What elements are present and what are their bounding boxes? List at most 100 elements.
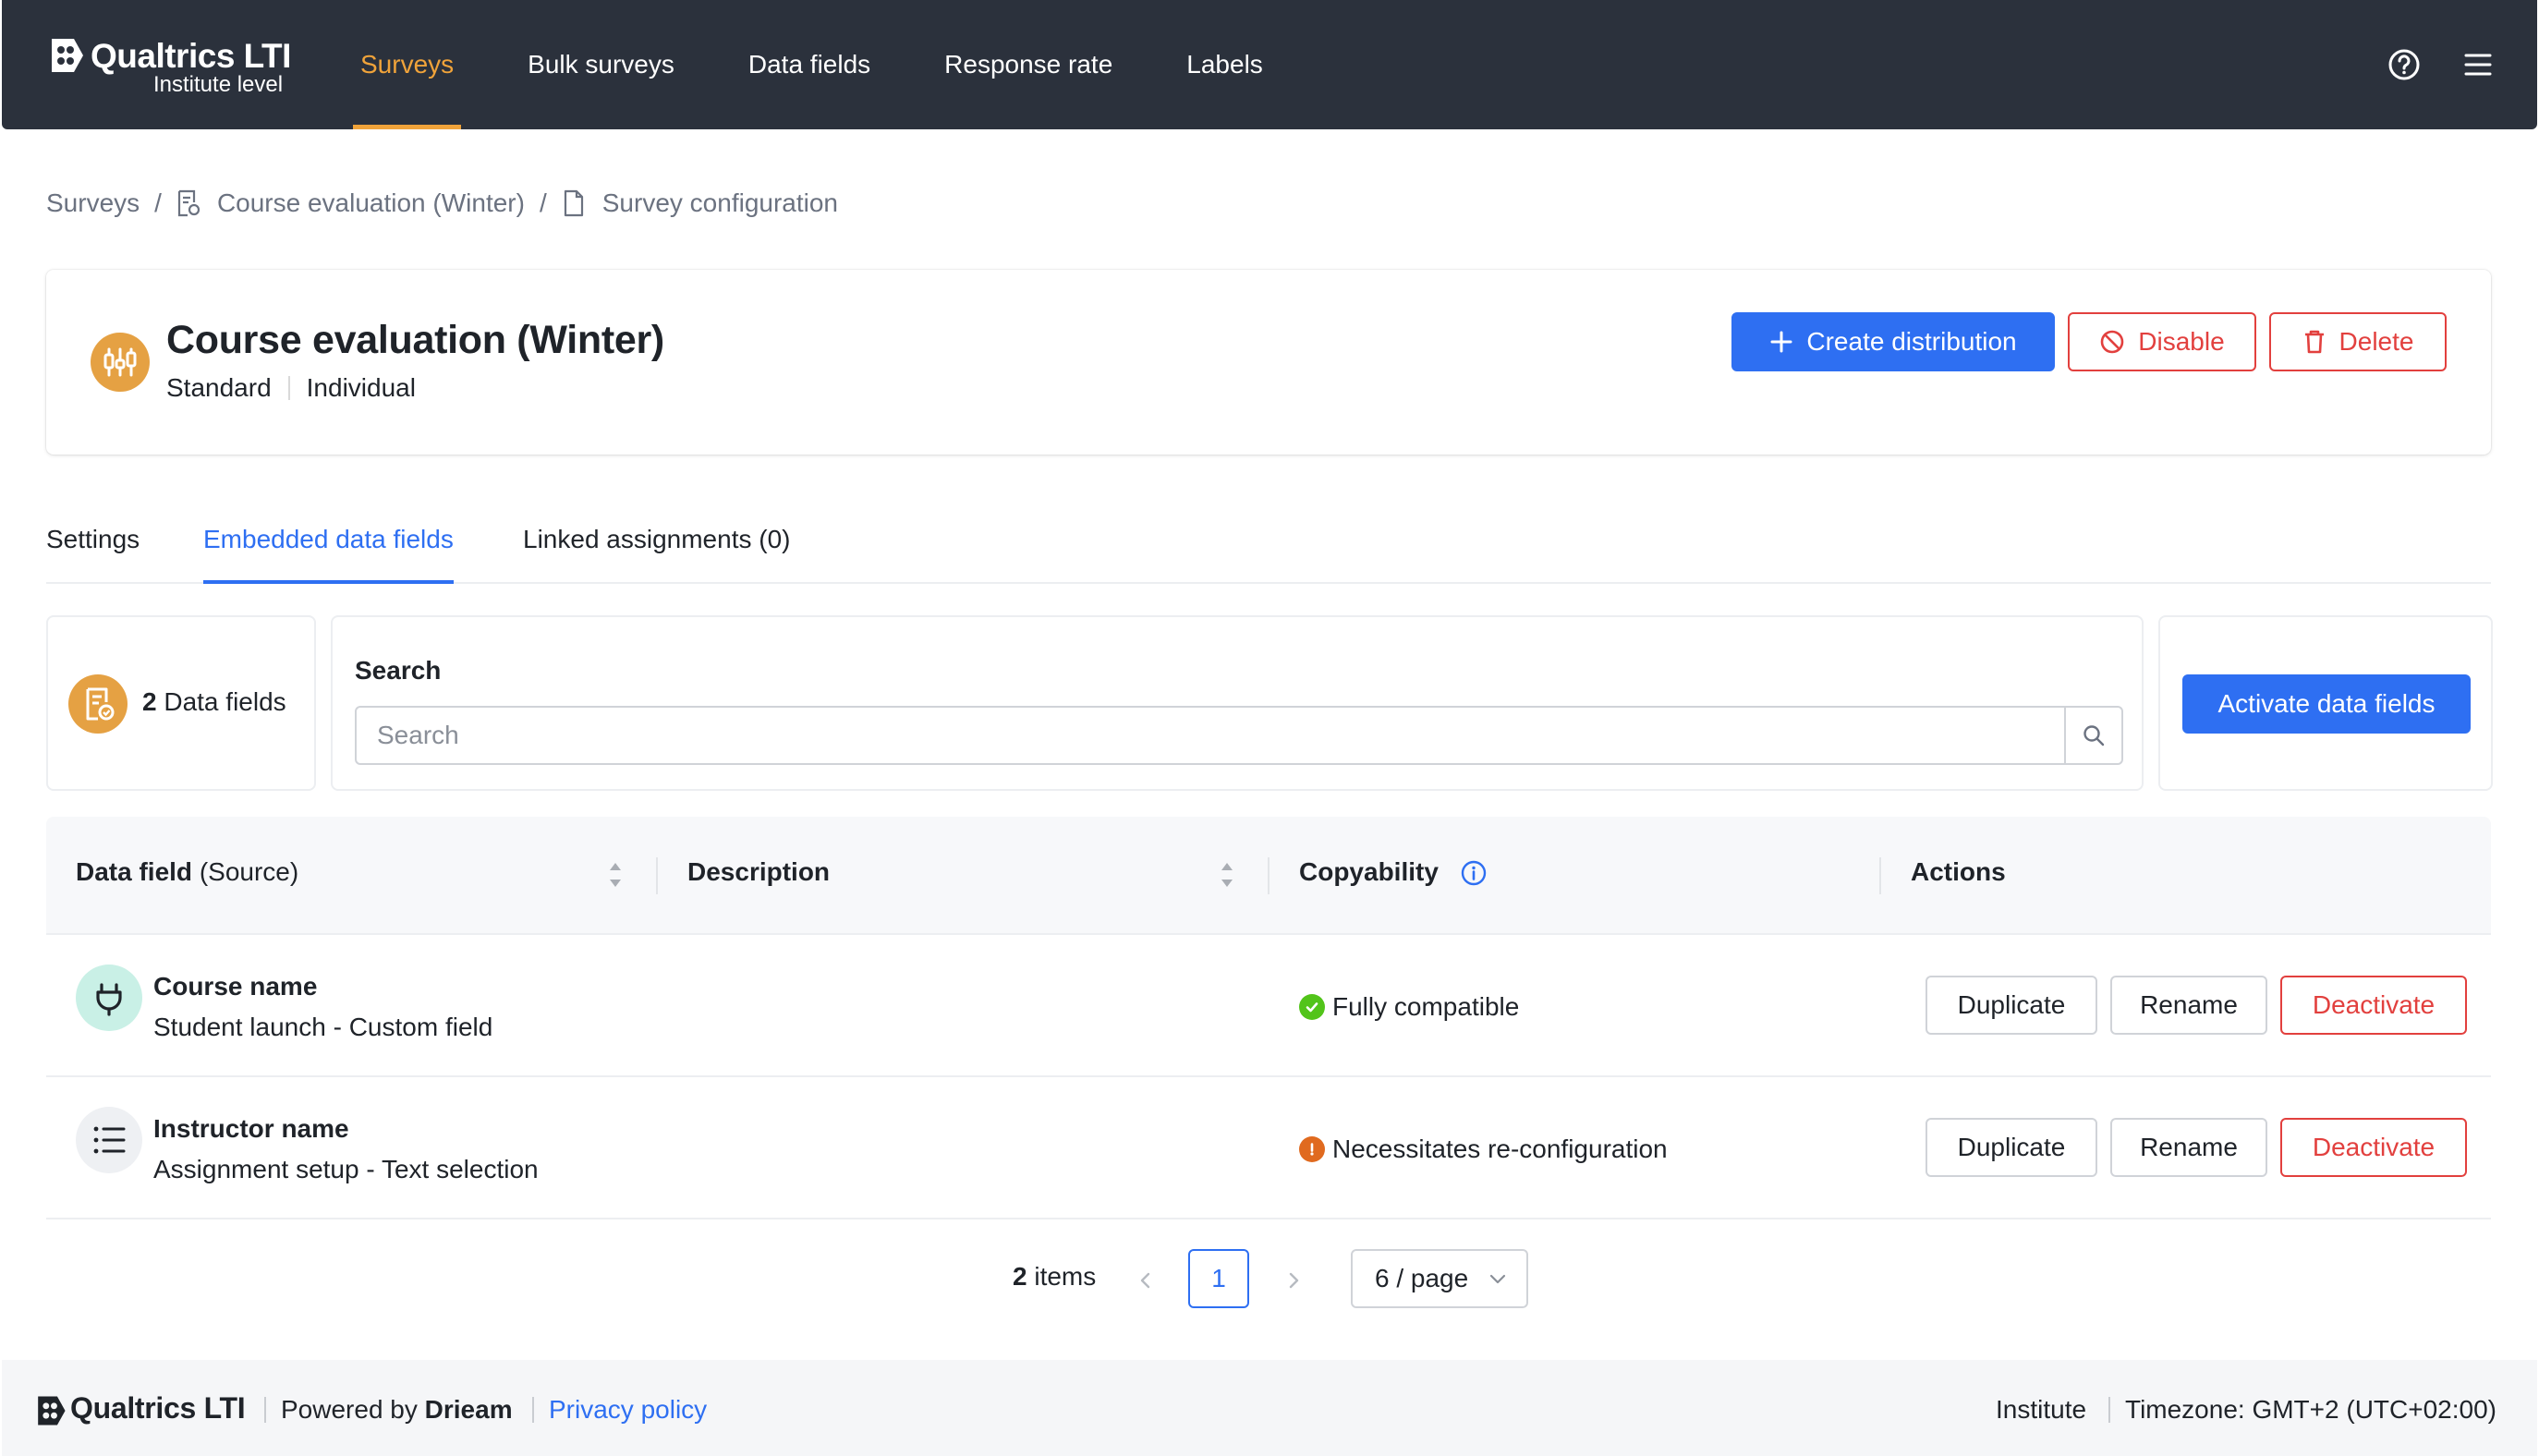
sort-icon[interactable] — [1218, 859, 1236, 891]
breadcrumb-item-course-evaluation[interactable]: Course evaluation (Winter) — [217, 188, 525, 218]
survey-avatar — [91, 333, 150, 392]
tab-bar: Settings Embedded data fields Linked ass… — [46, 517, 2491, 584]
rename-button[interactable]: Rename — [2110, 1118, 2267, 1177]
powered-by: Powered by Drieam — [281, 1395, 513, 1425]
nav-item-data-fields[interactable]: Data fields — [748, 0, 870, 129]
chevron-down-icon — [1489, 1274, 1506, 1284]
top-navigation: Qualtrics LTI Institute level Surveys Bu… — [2, 0, 2537, 129]
breadcrumb-separator: / — [154, 188, 162, 217]
data-field-count-number: 2 — [142, 687, 157, 716]
column-header-data-field[interactable]: Data field (Source) — [76, 857, 298, 887]
warning-circle-icon — [1299, 1136, 1325, 1162]
column-divider — [656, 857, 658, 894]
table-header: Data field (Source) Description Copyabil… — [46, 817, 2491, 935]
file-icon — [564, 189, 583, 217]
page-size-select[interactable]: 6 / page — [1351, 1249, 1528, 1308]
row-avatar — [76, 965, 142, 1031]
sliders-icon — [103, 347, 137, 377]
survey-meta: Standard Individual — [166, 373, 416, 403]
column-divider — [1879, 857, 1881, 894]
plug-icon — [96, 983, 122, 1016]
nav-item-surveys[interactable]: Surveys — [352, 0, 462, 129]
powered-by-prefix: Powered by — [281, 1395, 418, 1424]
deactivate-button[interactable]: Deactivate — [2280, 1118, 2467, 1177]
pagination-total: 2 items — [1013, 1262, 1096, 1292]
sort-icon[interactable] — [606, 859, 625, 891]
page-title: Course evaluation (Winter) — [166, 318, 664, 362]
data-field-doc-icon — [86, 687, 115, 721]
powered-by-company: Drieam — [424, 1395, 513, 1424]
meta-divider — [287, 376, 290, 400]
trash-icon — [2304, 330, 2324, 354]
create-distribution-label: Create distribution — [1806, 327, 2017, 356]
search-label: Search — [355, 656, 442, 685]
footer-divider — [2108, 1397, 2110, 1423]
nav-item-bulk-surveys[interactable]: Bulk surveys — [528, 0, 674, 129]
pagination-total-number: 2 — [1013, 1262, 1027, 1291]
copyability-label: Necessitates re-configuration — [1332, 1134, 1668, 1163]
footer-brand: Qualtrics LTI — [70, 1391, 246, 1425]
copyability-status: Fully compatible — [1299, 992, 1519, 1022]
menu-icon[interactable] — [2460, 46, 2496, 83]
copyability-label: Fully compatible — [1332, 992, 1520, 1021]
footer-timezone: Timezone: GMT+2 (UTC+02:00) — [2125, 1395, 2496, 1424]
table-row: Course name Student launch - Custom fiel… — [46, 935, 2491, 1077]
tab-embedded-data-fields[interactable]: Embedded data fields — [203, 525, 454, 584]
column-header-description[interactable]: Description — [687, 857, 830, 887]
search-panel: Search — [331, 615, 2144, 791]
disable-button[interactable]: Disable — [2068, 312, 2256, 371]
data-field-name: Course name — [153, 972, 318, 1001]
column-header-copyability: Copyability — [1299, 857, 1439, 886]
footer-divider — [532, 1397, 534, 1423]
breadcrumb: Surveys / Course evaluation (Winter) / S… — [46, 185, 838, 222]
chevron-right-icon[interactable] — [1281, 1266, 1306, 1295]
delete-button[interactable]: Delete — [2269, 312, 2447, 371]
data-field-source: Student launch - Custom field — [153, 1013, 493, 1041]
breadcrumb-separator: / — [539, 188, 547, 217]
survey-doc-icon — [177, 189, 200, 217]
survey-mode: Individual — [306, 373, 416, 402]
data-field-avatar — [68, 674, 128, 734]
row-avatar — [76, 1107, 142, 1173]
footer-divider — [264, 1397, 266, 1423]
duplicate-button[interactable]: Duplicate — [1926, 976, 2097, 1035]
column-header-source-suffix: (Source) — [199, 857, 299, 886]
activate-panel: Activate data fields — [2158, 615, 2493, 791]
survey-header-card: Course evaluation (Winter) Standard Indi… — [46, 270, 2491, 455]
pagination-page-1[interactable]: 1 — [1188, 1249, 1249, 1308]
tab-settings[interactable]: Settings — [46, 525, 140, 582]
column-header-actions: Actions — [1911, 857, 2006, 886]
column-header-data-field-label: Data field — [76, 857, 193, 886]
search-input[interactable] — [357, 708, 2070, 763]
nav-item-response-rate[interactable]: Response rate — [944, 0, 1112, 129]
nav-item-labels[interactable]: Labels — [1186, 0, 1263, 129]
qualtrics-logo-icon — [38, 1396, 66, 1426]
plus-icon — [1770, 331, 1792, 353]
table-row: Instructor name Assignment setup - Text … — [46, 1077, 2491, 1219]
info-icon[interactable] — [1460, 859, 1488, 887]
duplicate-button[interactable]: Duplicate — [1926, 1118, 2097, 1177]
rename-button[interactable]: Rename — [2110, 976, 2267, 1035]
qualtrics-logo-icon — [52, 39, 83, 72]
search-button[interactable] — [2064, 708, 2121, 763]
check-circle-icon — [1299, 994, 1325, 1020]
privacy-policy-link[interactable]: Privacy policy — [549, 1395, 707, 1425]
disable-label: Disable — [2138, 327, 2225, 356]
brand-name: Qualtrics LTI — [91, 37, 291, 75]
ban-icon — [2100, 330, 2124, 354]
data-field-count-label: Data fields — [164, 687, 286, 716]
deactivate-button[interactable]: Deactivate — [2280, 976, 2467, 1035]
column-divider — [1268, 857, 1270, 894]
breadcrumb-item-survey-configuration: Survey configuration — [601, 188, 839, 217]
breadcrumb-item-surveys[interactable]: Surveys — [46, 188, 140, 218]
help-icon[interactable] — [2386, 46, 2423, 83]
list-icon — [93, 1126, 126, 1154]
tab-linked-assignments[interactable]: Linked assignments (0) — [523, 525, 790, 582]
data-field-count-panel: 2 Data fields — [46, 615, 316, 791]
pagination-total-label: items — [1034, 1262, 1097, 1291]
chevron-left-icon[interactable] — [1133, 1266, 1159, 1295]
create-distribution-button[interactable]: Create distribution — [1731, 312, 2055, 371]
activate-data-fields-button[interactable]: Activate data fields — [2182, 674, 2471, 734]
page-size-value: 6 / page — [1375, 1264, 1469, 1292]
copyability-status: Necessitates re-configuration — [1299, 1134, 1668, 1164]
